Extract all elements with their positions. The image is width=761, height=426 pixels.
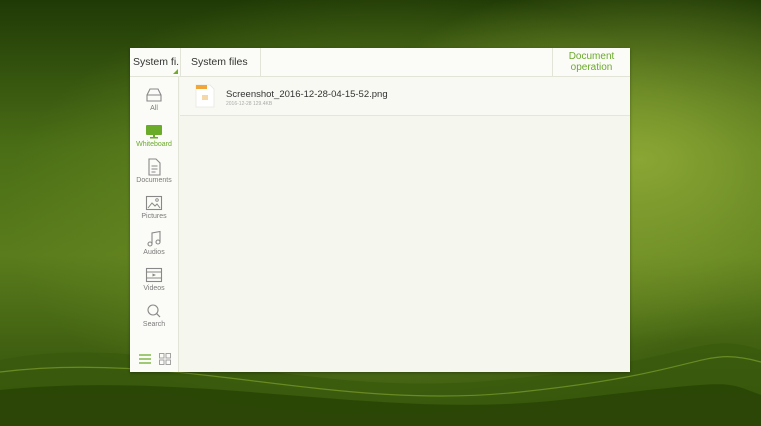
file-list: Screenshot_2016-12-28-04-15-52.png 2016-… — [180, 77, 630, 372]
document-operation-line2: operation — [570, 61, 613, 73]
drive-icon — [146, 88, 162, 102]
grid-view-icon[interactable] — [157, 351, 173, 367]
list-view-icon[interactable] — [137, 351, 153, 367]
image-file-icon — [195, 84, 215, 108]
top-bar: System fi... System files Document opera… — [130, 48, 630, 77]
document-operation-line1: Document — [568, 51, 615, 62]
sidebar-item-label: Audios — [143, 249, 165, 256]
file-size: 129.4KB — [252, 101, 273, 107]
breadcrumb[interactable]: System files — [181, 48, 261, 76]
document-operation-button[interactable]: Document operation — [552, 48, 630, 76]
sidebar-item-audios[interactable]: Audios — [130, 230, 178, 264]
view-mode-toggle — [130, 349, 178, 369]
sidebar-item-label: All — [150, 105, 158, 112]
list-item[interactable]: Screenshot_2016-12-28-04-15-52.png 2016-… — [180, 77, 630, 116]
sidebar-item-label: Videos — [143, 285, 165, 292]
file-manager-window: System fi... System files Document opera… — [130, 48, 630, 372]
sidebar-item-label: Search — [142, 321, 166, 328]
sidebar-item-label: Whiteboard — [136, 141, 172, 148]
video-icon — [145, 267, 163, 283]
sidebar-item-search[interactable]: Search — [130, 302, 178, 336]
picture-icon — [145, 195, 163, 211]
directory-select[interactable]: System fi... — [130, 48, 181, 76]
sidebar-item-label: Pictures — [141, 213, 167, 220]
sidebar-item-pictures[interactable]: Pictures — [130, 194, 178, 228]
dropdown-corner-icon — [173, 69, 178, 74]
sidebar-item-whiteboard[interactable]: Whiteboard — [130, 122, 178, 156]
whiteboard-icon — [146, 125, 162, 139]
sidebar-item-label: Documents — [136, 177, 172, 184]
file-meta: 2016-12-28 129.4KB — [226, 101, 272, 107]
sidebar-item-documents[interactable]: Documents — [130, 158, 178, 192]
directory-select-label: System fi... — [133, 56, 181, 68]
file-name: Screenshot_2016-12-28-04-15-52.png — [226, 89, 388, 100]
music-icon — [147, 230, 161, 247]
file-date: 2016-12-28 — [226, 101, 252, 107]
search-icon — [147, 304, 161, 318]
category-sidebar: All Whiteboard Documents Pictures Audios… — [130, 77, 179, 372]
sidebar-item-all[interactable]: All — [130, 86, 178, 120]
document-icon — [148, 158, 161, 176]
sidebar-item-videos[interactable]: Videos — [130, 266, 178, 300]
